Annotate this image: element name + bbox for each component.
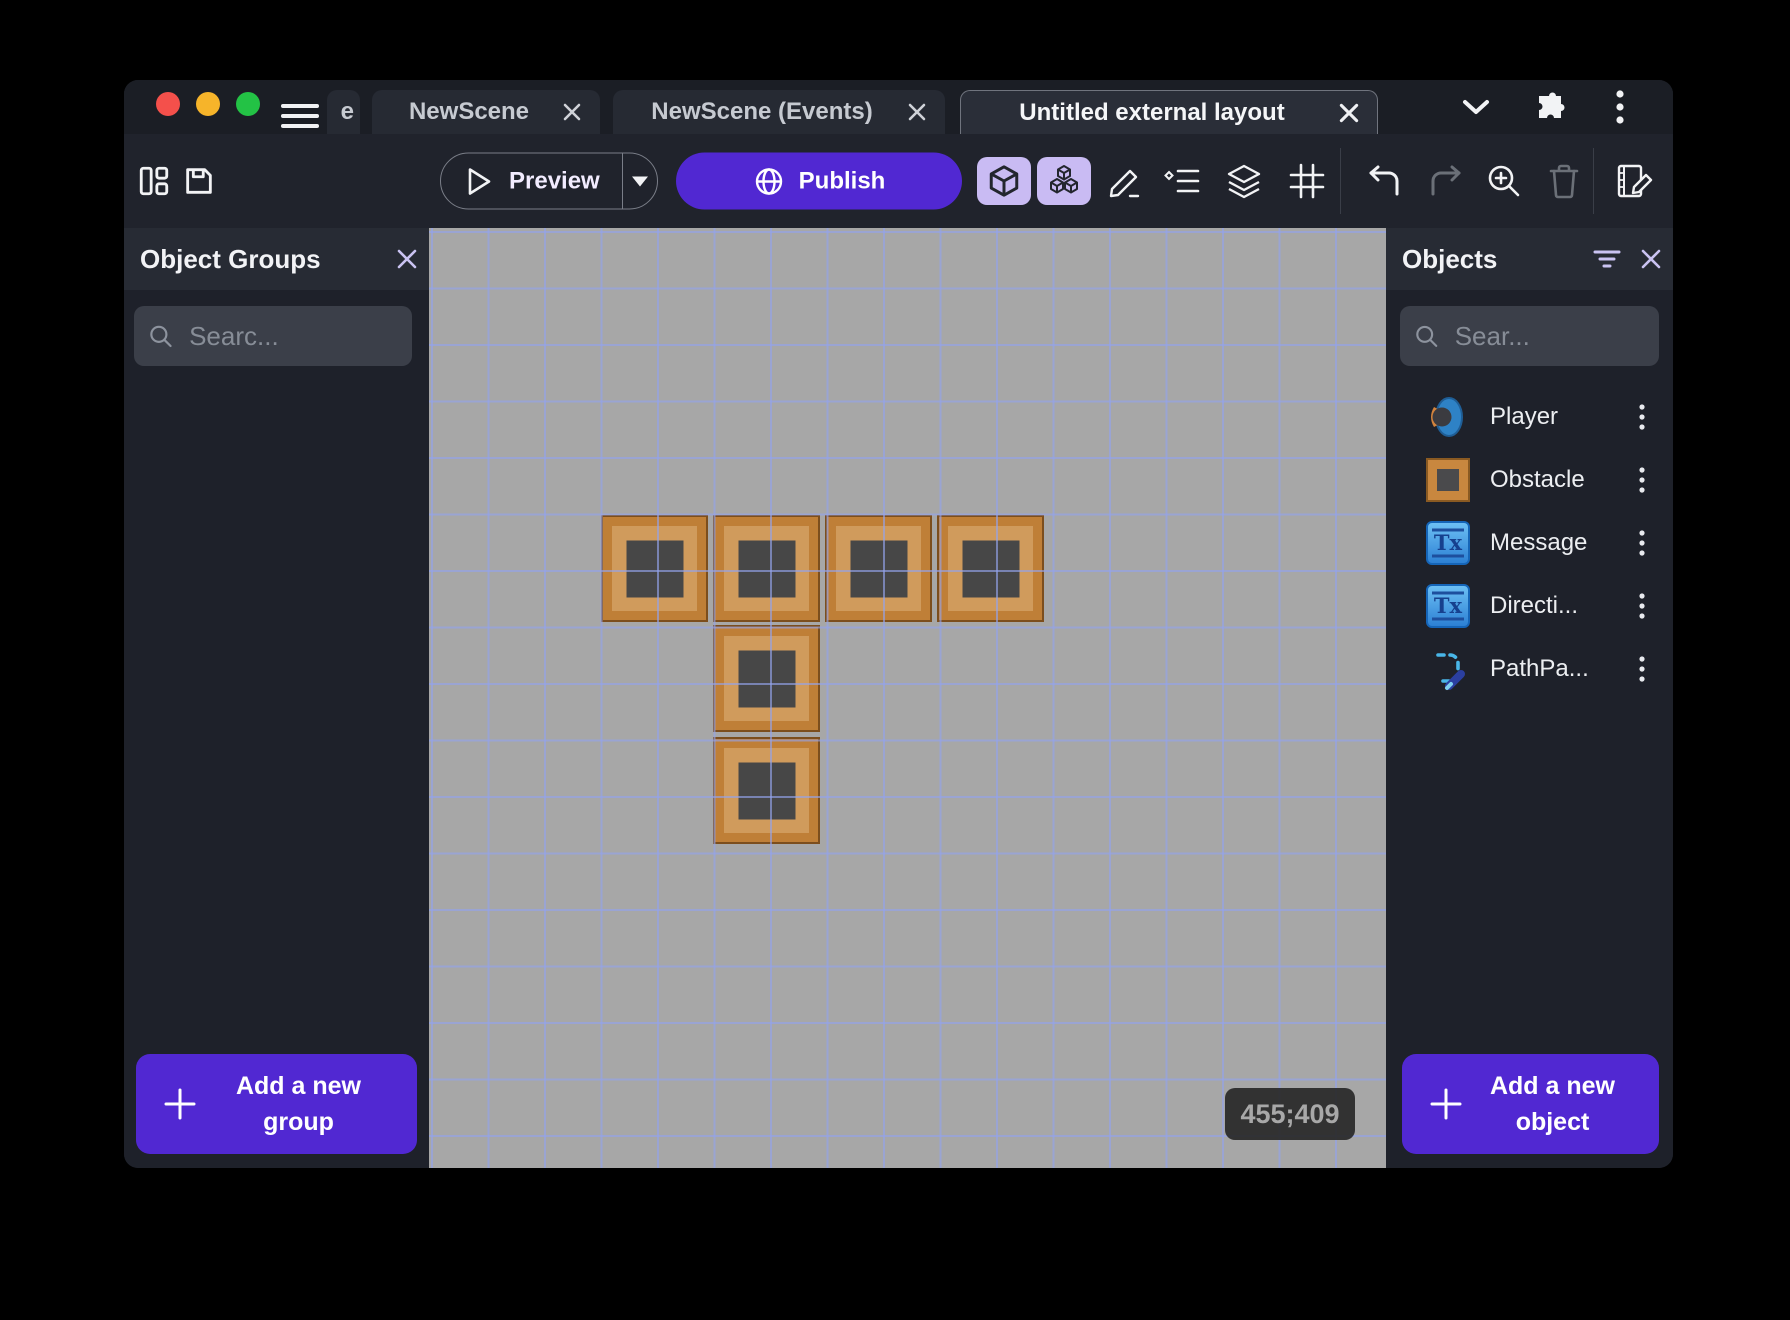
object-row-message[interactable]: Tx Message <box>1386 514 1673 572</box>
object-kebab-icon[interactable] <box>1620 584 1664 628</box>
svg-text:Tx: Tx <box>1434 530 1463 555</box>
tab-clipped[interactable]: e <box>327 90 360 134</box>
path-painter-icon <box>1426 647 1470 691</box>
play-icon <box>465 166 493 196</box>
plus-icon <box>1428 1086 1464 1122</box>
text-object-icon: Tx <box>1426 521 1470 565</box>
object-kebab-icon[interactable] <box>1620 647 1664 691</box>
close-panel-icon[interactable] <box>1629 237 1673 281</box>
instances-cubes-toggle-icon[interactable] <box>1037 157 1091 205</box>
obstacle-instance[interactable] <box>937 515 1044 622</box>
objects-panel: Objects Sear... Player Obstacle Tx Messa… <box>1386 228 1673 1168</box>
object-kebab-icon[interactable] <box>1620 521 1664 565</box>
obstacle-instance[interactable] <box>713 737 820 844</box>
object-kebab-icon[interactable] <box>1620 458 1664 502</box>
search-icon <box>1416 325 1438 347</box>
add-group-label-line2: group <box>263 1108 334 1136</box>
chevron-down-icon[interactable] <box>1448 80 1504 134</box>
redo-icon[interactable] <box>1422 157 1470 205</box>
toolbar: Preview Publish <box>124 134 1673 228</box>
grid-icon[interactable] <box>1283 157 1331 205</box>
tab-label: Untitled external layout <box>1019 98 1285 126</box>
obstacle-instance[interactable] <box>601 515 708 622</box>
text-object-icon: Tx <box>1426 584 1470 628</box>
instances-list-icon[interactable] <box>1158 157 1206 205</box>
add-object-label-line1: Add a new <box>1489 1071 1615 1100</box>
objects-header: Objects <box>1386 228 1673 290</box>
object-row-pathpainter[interactable]: PathPa... <box>1386 640 1673 698</box>
zoom-window-button[interactable] <box>236 92 260 116</box>
tab-label: NewScene <box>408 98 530 125</box>
search-input[interactable] <box>189 320 398 352</box>
plus-icon <box>162 1086 198 1122</box>
titlebar: e NewScene NewScene (Events) Untitled ex… <box>124 80 1673 134</box>
main-menu-icon[interactable] <box>281 104 319 130</box>
obstacle-instance[interactable] <box>713 625 820 732</box>
add-group-button[interactable]: Add a new group <box>136 1054 417 1154</box>
minimize-window-button[interactable] <box>196 92 220 116</box>
object-label: Player <box>1490 403 1559 430</box>
player-sprite-icon <box>1426 395 1470 439</box>
objects-title: Objects <box>1402 243 1498 274</box>
obstacle-instance[interactable] <box>713 515 820 622</box>
add-object-button[interactable]: Add a new object <box>1402 1054 1659 1154</box>
content-area: Object Groups Add a new group <box>124 228 1673 1168</box>
tab-close-icon[interactable] <box>1329 93 1369 133</box>
object-label: PathPa... <box>1490 655 1589 682</box>
close-window-button[interactable] <box>156 92 180 116</box>
search-input[interactable] <box>1454 320 1645 352</box>
tab-newscene-events[interactable]: NewScene (Events) <box>613 90 945 134</box>
edit-pencil-icon[interactable] <box>1100 157 1148 205</box>
save-icon[interactable] <box>182 164 216 198</box>
objects-search[interactable] <box>1400 306 1659 366</box>
tab-label: NewScene (Events) <box>651 98 873 125</box>
scene-canvas[interactable]: 455;409 <box>429 228 1386 1168</box>
object-kebab-icon[interactable] <box>1620 395 1664 439</box>
add-group-label-line1: Add a new <box>235 1071 361 1100</box>
tab-close-icon[interactable] <box>897 92 937 132</box>
close-panel-icon[interactable] <box>385 237 429 281</box>
add-object-label-line2: object <box>1515 1108 1590 1136</box>
app-window: e NewScene NewScene (Events) Untitled ex… <box>124 80 1673 1168</box>
view-3d-toggle-icon[interactable] <box>977 157 1031 205</box>
object-row-directions[interactable]: Tx Directi... <box>1386 577 1673 635</box>
obstacle-instance[interactable] <box>825 515 932 622</box>
object-row-obstacle[interactable]: Obstacle <box>1386 451 1673 509</box>
tab-newscene[interactable]: NewScene <box>372 90 600 134</box>
filter-icon[interactable] <box>1585 237 1629 281</box>
svg-text:Tx: Tx <box>1434 593 1463 618</box>
obstacle-tile-icon <box>1426 458 1470 502</box>
trash-icon[interactable] <box>1540 157 1588 205</box>
object-row-player[interactable]: Player <box>1386 388 1673 446</box>
cursor-coordinates-badge: 455;409 <box>1225 1088 1355 1140</box>
object-groups-panel: Object Groups Add a new group <box>124 228 429 1168</box>
project-manager-icon[interactable] <box>137 164 171 198</box>
tab-untitled-external-layout[interactable]: Untitled external layout <box>960 90 1378 134</box>
more-options-kebab-icon[interactable] <box>1592 80 1648 134</box>
object-label: Message <box>1490 529 1588 556</box>
extensions-puzzle-icon[interactable] <box>1522 80 1578 134</box>
object-groups-header: Object Groups <box>124 228 429 290</box>
preview-dropdown-caret-icon[interactable] <box>622 174 657 188</box>
preview-button[interactable]: Preview <box>440 152 658 210</box>
publish-button[interactable]: Publish <box>676 152 962 210</box>
publish-label: Publish <box>798 167 886 194</box>
search-icon <box>150 325 172 348</box>
edit-scene-icon[interactable] <box>1611 157 1659 205</box>
tab-close-icon[interactable] <box>552 92 592 132</box>
undo-icon[interactable] <box>1360 157 1408 205</box>
preview-label: Preview <box>509 167 600 194</box>
object-label: Directi... <box>1490 592 1579 619</box>
object-groups-title: Object Groups <box>140 243 321 274</box>
zoom-in-icon[interactable] <box>1480 157 1528 205</box>
object-groups-search[interactable] <box>134 306 412 366</box>
globe-icon <box>753 165 785 197</box>
layers-icon[interactable] <box>1220 157 1268 205</box>
object-label: Obstacle <box>1490 466 1585 493</box>
tab-clipped-label: e <box>340 98 354 125</box>
